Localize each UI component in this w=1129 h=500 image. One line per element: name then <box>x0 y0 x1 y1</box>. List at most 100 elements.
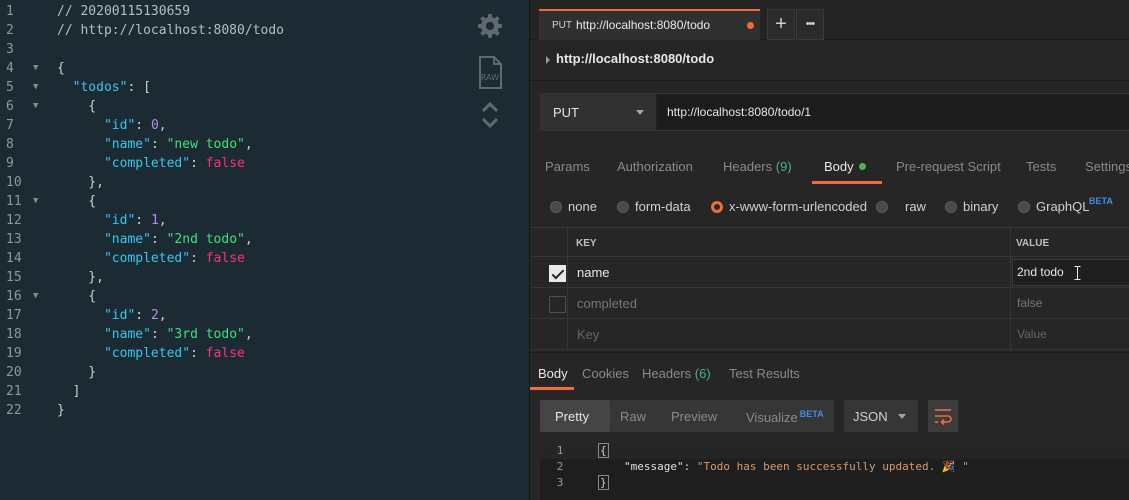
radio-label-raw[interactable]: raw <box>905 199 926 214</box>
radio-label-graphql[interactable]: GraphQL <box>1036 199 1089 214</box>
fold-caret-icon[interactable]: ▼ <box>33 97 38 116</box>
view-raw[interactable]: Raw <box>620 409 646 424</box>
line-number: 13 <box>6 232 22 247</box>
request-tab-bar: PUT http://localhost:8080/todo + ••• <box>530 0 1129 40</box>
tab-headers[interactable]: Headers (9) <box>723 159 792 174</box>
tab-params[interactable]: Params <box>545 159 590 174</box>
gear-icon[interactable] <box>476 12 504 40</box>
line-content: "name": "new todo", <box>57 135 253 154</box>
code-token: : <box>135 308 151 323</box>
fold-caret-icon[interactable]: ▼ <box>33 287 38 306</box>
request-tab[interactable]: PUT http://localhost:8080/todo <box>539 9 760 40</box>
url-input[interactable]: http://localhost:8080/todo/1 <box>667 105 811 119</box>
add-tab-button[interactable]: + <box>767 9 795 40</box>
tab-label: Tests <box>1026 159 1057 174</box>
radio-x-www-form-urlencoded[interactable] <box>711 201 723 213</box>
line-content: }, <box>57 173 104 192</box>
code-token: , <box>244 137 253 152</box>
fold-caret-icon[interactable]: ▼ <box>33 78 38 97</box>
fold-caret-icon[interactable]: ▼ <box>33 192 38 211</box>
code-token: : <box>135 118 151 133</box>
kv-value-cell[interactable]: false <box>1017 296 1042 310</box>
chevron-up-icon[interactable] <box>480 100 500 114</box>
radio-label-none[interactable]: none <box>568 199 597 214</box>
raw-icon[interactable]: RAW <box>476 56 504 90</box>
tab-label: Body <box>538 366 568 381</box>
line-content: "message": "Todo has been successfully u… <box>624 459 969 475</box>
tab-count-badge: (6) <box>694 366 711 381</box>
view-visualize[interactable]: Visualize BETA <box>746 409 824 425</box>
tab-tests[interactable]: Tests <box>1026 159 1056 174</box>
line-content: "id": 0, <box>57 116 167 135</box>
code-token: ] <box>57 384 81 399</box>
radio-binary[interactable] <box>945 201 957 213</box>
radio-none[interactable] <box>550 201 562 213</box>
radio-form-data[interactable] <box>617 201 629 213</box>
response-toolbar: Pretty Raw Preview Visualize BETA JSON <box>530 400 1129 434</box>
response-line: 1{ <box>540 443 1129 459</box>
response-tab-headers[interactable]: Headers (6) <box>642 366 711 381</box>
chevron-down-icon <box>636 110 644 115</box>
view-pretty[interactable]: Pretty <box>555 409 589 424</box>
request-name[interactable]: http://localhost:8080/todo <box>556 51 714 66</box>
tab-body[interactable]: Body <box>824 159 866 174</box>
line-content: { <box>57 59 65 78</box>
code-token: : <box>150 137 167 152</box>
code-token: "name" <box>103 232 151 247</box>
view-preview[interactable]: Preview <box>671 409 717 424</box>
body-type-radios: none form-data x-www-form-urlencoded raw bin… <box>530 196 1129 220</box>
line-content: "id": 1, <box>57 211 167 230</box>
response-tab-cookies[interactable]: Cookies <box>582 366 629 381</box>
code-token: : <box>190 156 206 171</box>
more-tabs-button[interactable]: ••• <box>796 9 824 40</box>
tab-pre-request-script[interactable]: Pre-request Script <box>896 159 1001 174</box>
code-token: { <box>57 289 97 304</box>
chevron-down-icon <box>898 414 906 419</box>
chevron-down-icon[interactable] <box>480 116 500 130</box>
response-body[interactable]: 1{2 "message": "Todo has been successfull… <box>540 443 1129 500</box>
radio-graphql[interactable] <box>1018 201 1030 213</box>
line-content: // 20200115130659 <box>57 2 190 21</box>
method-select[interactable]: PUT <box>541 94 657 130</box>
json-string-value: "Todo has been successfully updated. 🎉 " <box>696 460 969 473</box>
code-token: 2 <box>150 308 159 323</box>
tab-authorization[interactable]: Authorization <box>617 159 693 174</box>
format-select[interactable]: JSON <box>844 400 918 432</box>
line-content: "name": "2nd todo", <box>57 230 253 249</box>
line-number: 3 <box>556 476 564 489</box>
code-token: "3rd todo" <box>166 327 245 342</box>
radio-label-binary[interactable]: binary <box>963 199 998 214</box>
code-token: : [ <box>127 80 151 95</box>
radio-label-x-www-form-urlencoded[interactable]: x-www-form-urlencoded <box>729 199 867 214</box>
code-token: , <box>158 118 167 133</box>
response-tab-test-results[interactable]: Test Results <box>729 366 800 381</box>
tab-label: Settings <box>1085 159 1129 174</box>
expand-caret-icon[interactable] <box>546 56 550 64</box>
line-content: { <box>57 192 96 211</box>
wrap-lines-button[interactable] <box>928 400 958 432</box>
column-divider[interactable] <box>1010 227 1011 350</box>
column-divider <box>567 227 568 350</box>
row-checkbox[interactable] <box>549 265 566 282</box>
tab-settings[interactable]: Settings <box>1085 159 1129 174</box>
line-number: 16 <box>6 289 22 304</box>
response-tab-body[interactable]: Body <box>538 366 568 381</box>
row-checkbox[interactable] <box>549 296 566 313</box>
line-number: 1 <box>6 4 14 19</box>
fold-caret-icon[interactable]: ▼ <box>33 59 38 78</box>
line-number: 3 <box>6 42 14 57</box>
response-divider[interactable] <box>530 352 1129 353</box>
kv-value-cell[interactable]: 2nd todo <box>1017 265 1064 279</box>
kv-key-cell[interactable]: completed <box>577 296 637 311</box>
value-placeholder-input[interactable]: Value <box>1017 327 1047 341</box>
line-content: "todos": [ <box>57 78 151 97</box>
code-token: // 20200115130659 <box>57 4 191 19</box>
radio-raw[interactable] <box>876 201 888 213</box>
response-tabs: Body Cookies Headers (6) Test Results <box>530 364 1129 390</box>
radio-label-form-data[interactable]: form-data <box>635 199 691 214</box>
key-placeholder-input[interactable]: Key <box>577 327 599 342</box>
kv-key-cell[interactable]: name <box>577 265 610 280</box>
